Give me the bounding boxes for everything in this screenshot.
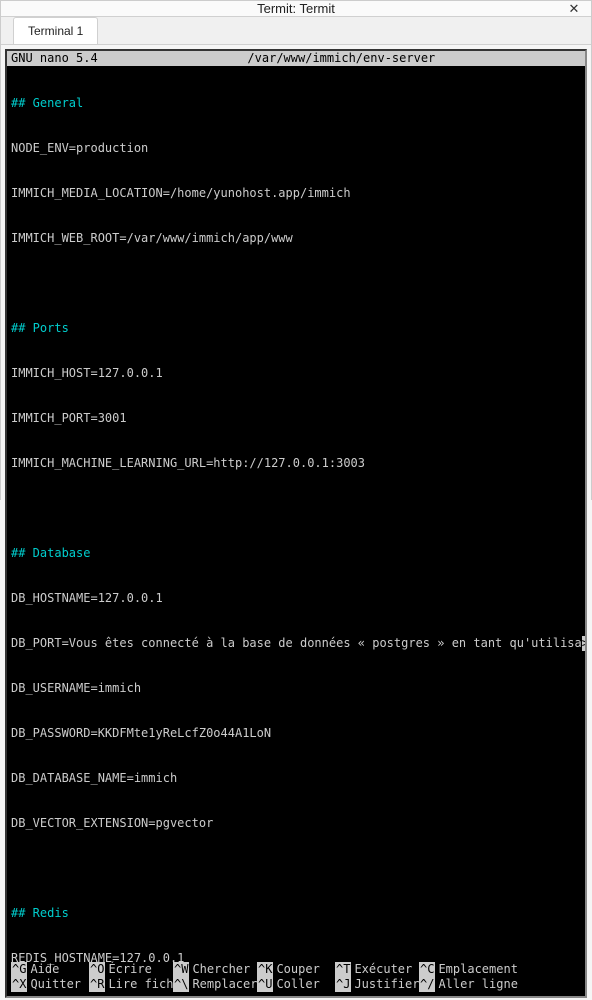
- env-line: DB_USERNAME=immich: [11, 681, 581, 696]
- tab-terminal-1[interactable]: Terminal 1: [13, 17, 98, 44]
- nano-shortcut-write[interactable]: ^OÉcrire: [89, 962, 173, 977]
- env-line: IMMICH_PORT=3001: [11, 411, 581, 426]
- terminal-frame: GNU nano 5.4 /var/www/immich/env-server …: [1, 45, 591, 1000]
- env-line: IMMICH_HOST=127.0.0.1: [11, 366, 581, 381]
- nano-shortcut-read[interactable]: ^RLire fich.: [89, 977, 173, 992]
- nano-shortcut-exit[interactable]: ^XQuitter: [11, 977, 89, 992]
- nano-app-name: GNU nano 5.4: [7, 51, 98, 66]
- env-line: IMMICH_MACHINE_LEARNING_URL=http://127.0…: [11, 456, 581, 471]
- editor-content[interactable]: ## General NODE_ENV=production IMMICH_ME…: [7, 66, 585, 996]
- env-line: DB_DATABASE_NAME=immich: [11, 771, 581, 786]
- line-overflow-indicator: >: [582, 636, 587, 651]
- env-line: DB_PORT=Vous êtes connecté à la base de …: [11, 636, 582, 651]
- nano-shortcut-row: ^XQuitter ^RLire fich. ^\Remplacer ^UCol…: [11, 977, 581, 992]
- nano-shortcut-cut[interactable]: ^KCouper: [257, 962, 335, 977]
- section-redis: ## Redis: [11, 906, 69, 921]
- nano-shortcut-replace[interactable]: ^\Remplacer: [173, 977, 257, 992]
- nano-shortcut-goto[interactable]: ^/Aller ligne: [419, 977, 524, 992]
- env-line: DB_VECTOR_EXTENSION=pgvector: [11, 816, 581, 831]
- nano-header: GNU nano 5.4 /var/www/immich/env-server: [7, 51, 585, 66]
- terminal[interactable]: GNU nano 5.4 /var/www/immich/env-server …: [5, 49, 587, 998]
- nano-footer: ^GAide ^OÉcrire ^WChercher ^KCouper ^TEx…: [7, 962, 585, 996]
- section-ports: ## Ports: [11, 321, 69, 336]
- nano-shortcut-row: ^GAide ^OÉcrire ^WChercher ^KCouper ^TEx…: [11, 962, 581, 977]
- env-line: IMMICH_WEB_ROOT=/var/www/immich/app/www: [11, 231, 581, 246]
- section-database: ## Database: [11, 546, 90, 561]
- window-title: Termit: Termit: [257, 1, 335, 16]
- nano-shortcut-search[interactable]: ^WChercher: [173, 962, 257, 977]
- nano-shortcut-location[interactable]: ^CEmplacement: [419, 962, 524, 977]
- env-line: DB_PASSWORD=KKDFMte1yReLcfZ0o44A1LoN: [11, 726, 581, 741]
- section-general: ## General: [11, 96, 83, 111]
- nano-file-path: /var/www/immich/env-server: [98, 51, 585, 66]
- nano-shortcut-paste[interactable]: ^UColler: [257, 977, 335, 992]
- window-frame: Termit: Termit ✕ Terminal 1 GNU nano 5.4…: [0, 0, 592, 500]
- nano-shortcut-execute[interactable]: ^TExécuter: [335, 962, 419, 977]
- nano-shortcut-help[interactable]: ^GAide: [11, 962, 89, 977]
- tabbar: Terminal 1: [1, 17, 591, 45]
- env-line: DB_HOSTNAME=127.0.0.1: [11, 591, 581, 606]
- nano-shortcut-justify[interactable]: ^JJustifier: [335, 977, 419, 992]
- env-line: NODE_ENV=production: [11, 141, 581, 156]
- close-icon[interactable]: ✕: [565, 0, 583, 18]
- env-line: IMMICH_MEDIA_LOCATION=/home/yunohost.app…: [11, 186, 581, 201]
- titlebar[interactable]: Termit: Termit ✕: [1, 1, 591, 17]
